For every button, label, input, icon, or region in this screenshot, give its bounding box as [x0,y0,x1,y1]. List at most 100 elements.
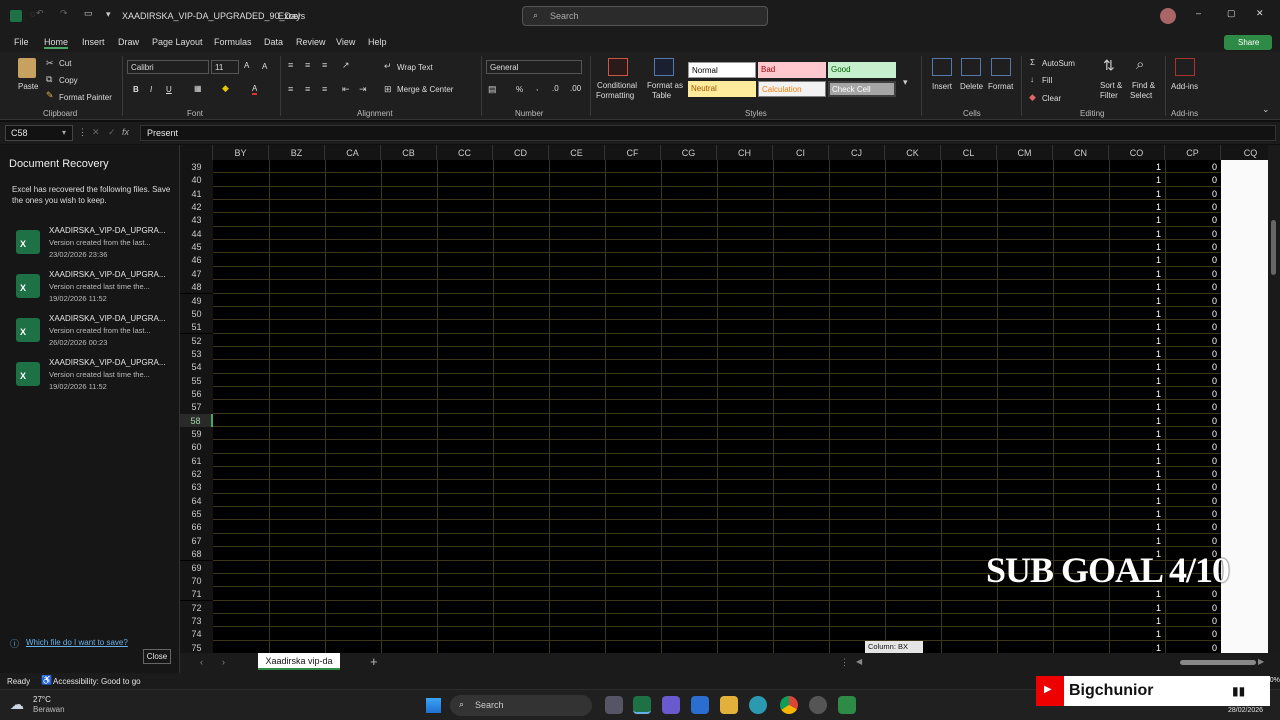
grow-font-icon[interactable]: A [244,61,249,70]
app-icon[interactable] [838,696,856,714]
share-button[interactable]: Share [1224,35,1272,50]
row-header[interactable]: 72 [180,600,213,614]
name-box-dropdown-icon[interactable]: ▾ [62,128,66,137]
format-as-table-label2[interactable]: Table [652,91,671,100]
next-sheet-icon[interactable]: › [222,657,225,667]
sheet-tab[interactable]: Xaadirska vip-da [258,653,340,670]
column-header-by[interactable]: BY [213,145,269,160]
tab-help[interactable]: Help [368,37,387,47]
excel-taskbar-icon[interactable] [633,696,651,714]
tab-home[interactable]: Home [44,37,69,49]
row-header[interactable]: 44 [180,226,213,241]
row-header[interactable]: 68 [180,547,213,561]
windows-start-icon[interactable] [426,698,441,713]
paste-button[interactable]: Paste [18,82,38,91]
row-header[interactable]: 69 [180,560,213,574]
comma-icon[interactable]: , [536,83,538,92]
align-center-icon[interactable]: ≡ [305,84,310,94]
row-header[interactable]: 39 [180,160,213,174]
which-file-link[interactable]: Which file do I want to save? [26,638,128,647]
column-header-cf[interactable]: CF [605,145,661,160]
scroll-left-icon[interactable]: ◀ [856,657,862,666]
row-header[interactable]: 61 [180,453,213,467]
column-header-cd[interactable]: CD [493,145,549,160]
style-good[interactable]: Good [828,62,896,78]
recovered-file[interactable]: XAADIRSKA_VIP-DA_UPGRA... Version create… [14,222,174,262]
redo-icon[interactable]: ↷ [60,8,68,19]
column-header-cq[interactable]: CQ [1221,145,1268,160]
settings-icon[interactable] [809,696,827,714]
column-header-cn[interactable]: CN [1053,145,1109,160]
maximize-icon[interactable]: ▢ [1227,8,1236,19]
row-header[interactable]: 43 [180,213,213,227]
sort-filter-label2[interactable]: Filter [1100,91,1118,100]
sort-filter-label1[interactable]: Sort & [1100,81,1122,90]
column-header-ce[interactable]: CE [549,145,605,160]
row-header[interactable]: 52 [180,333,213,347]
align-left-icon[interactable]: ≡ [288,84,293,94]
row-header[interactable]: 58 [180,413,213,427]
merge-center-button[interactable]: Merge & Center [397,85,453,94]
wrap-text-button[interactable]: Wrap Text [397,63,433,72]
chrome-icon[interactable] [780,696,798,714]
column-header-ca[interactable]: CA [325,145,381,160]
bold-icon[interactable]: B [133,85,139,94]
row-header[interactable]: 62 [180,467,213,481]
more-options-icon[interactable]: ⋮ [78,127,87,138]
row-header[interactable]: 46 [180,253,213,267]
tab-more-icon[interactable]: ⋮ [840,657,849,668]
row-header[interactable]: 60 [180,440,213,454]
column-header-cc[interactable]: CC [437,145,493,160]
scroll-thumb[interactable] [1271,220,1276,275]
column-header-cp[interactable]: CP [1165,145,1221,160]
style-bad[interactable]: Bad [758,62,826,78]
font-size-select[interactable]: 11 [211,60,239,74]
font-name-select[interactable]: Calibri [127,60,209,74]
insert-cells-button[interactable]: Insert [932,82,952,91]
close-button[interactable]: Close [143,649,171,664]
edge-icon[interactable] [749,696,767,714]
row-header[interactable]: 53 [180,346,213,361]
row-header[interactable]: 75 [180,640,213,653]
align-middle-icon[interactable]: ≡ [305,60,310,70]
autosum-button[interactable]: AutoSum [1042,59,1075,68]
orientation-icon[interactable]: ↗ [342,60,350,71]
clear-button[interactable]: Clear [1042,94,1061,103]
find-select-label2[interactable]: Select [1130,91,1152,100]
vertical-scrollbar[interactable] [1268,145,1280,653]
cut-button[interactable]: Cut [59,59,71,68]
taskbar-search[interactable]: ⌕ Search [450,695,592,716]
row-header[interactable]: 56 [180,386,213,401]
avatar[interactable] [1160,8,1176,24]
column-header-co[interactable]: CO [1109,145,1165,160]
row-header[interactable]: 51 [180,320,213,334]
style-check-cell[interactable]: Check Cell [828,81,896,97]
tab-review[interactable]: Review [296,37,326,47]
copy-button[interactable]: Copy [59,76,78,85]
shrink-font-icon[interactable]: A [262,62,267,71]
fill-button[interactable]: Fill [1042,76,1052,85]
tab-insert[interactable]: Insert [82,37,105,47]
recovered-file[interactable]: XAADIRSKA_VIP-DA_UPGRA... Version create… [14,310,174,350]
task-view-icon[interactable] [605,696,623,714]
accessibility-status[interactable]: Accessibility: Good to go [53,677,141,686]
align-bottom-icon[interactable]: ≡ [322,60,327,70]
row-header[interactable]: 55 [180,373,213,387]
tab-file[interactable]: File [14,37,29,47]
align-top-icon[interactable]: ≡ [288,60,293,70]
minimize-icon[interactable]: – [1196,8,1201,18]
italic-icon[interactable]: I [150,85,152,94]
search-box[interactable]: ⌕ Search [522,6,768,26]
find-select-label1[interactable]: Find & [1132,81,1155,90]
autosave-icon[interactable]: ◌ [30,9,35,19]
styles-more-icon[interactable]: ▾ [903,77,908,88]
percent-icon[interactable]: % [516,85,523,94]
format-as-table-label1[interactable]: Format as [647,81,683,90]
row-header[interactable]: 59 [180,427,213,441]
file-explorer-icon[interactable] [720,696,738,714]
undo-icon[interactable]: ↶ [36,8,44,19]
select-all-corner[interactable] [180,145,213,160]
column-header-cl[interactable]: CL [941,145,997,160]
style-normal[interactable]: Normal [688,62,756,78]
fill-color-icon[interactable]: ◆ [222,83,229,94]
